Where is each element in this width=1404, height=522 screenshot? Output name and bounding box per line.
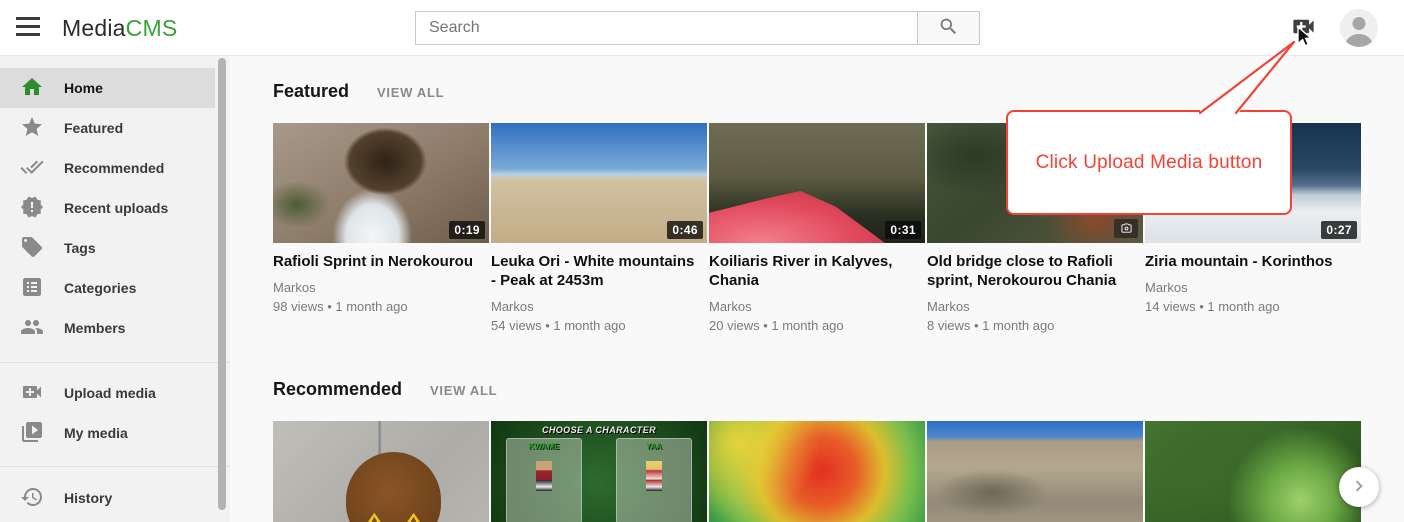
sidebar-scrollbar[interactable] — [218, 58, 226, 510]
carousel-next-button[interactable] — [1339, 467, 1379, 507]
media-title[interactable]: Ziria mountain - Korinthos — [1145, 253, 1361, 272]
media-card[interactable]: 0:19 Rafioli Sprint in Nerokourou Markos… — [273, 123, 489, 333]
mouse-cursor — [1297, 26, 1314, 54]
tag-icon — [20, 235, 44, 262]
media-author[interactable]: Markos — [491, 299, 707, 314]
media-meta: 54 views • 1 month ago — [491, 318, 707, 333]
sidebar-item-label: Featured — [64, 120, 123, 136]
featured-view-all-link[interactable]: VIEW ALL — [377, 85, 444, 100]
sidebar-item-categories[interactable]: Categories — [0, 268, 215, 308]
sidebar-item-label: Recommended — [64, 160, 164, 176]
media-card[interactable] — [709, 421, 925, 522]
upload-media-icon — [20, 380, 44, 407]
section-title-recommended: Recommended — [273, 379, 402, 400]
media-author[interactable]: Markos — [927, 299, 1143, 314]
members-icon — [20, 315, 44, 342]
camera-icon — [1114, 219, 1138, 238]
character-sprite — [646, 461, 662, 491]
history-icon — [20, 485, 44, 512]
media-card[interactable]: CHOOSE A CHARACTER KWAME YAA Selected Se… — [491, 421, 707, 522]
search-button[interactable] — [917, 11, 980, 45]
chevron-right-icon — [1348, 475, 1370, 500]
search-icon — [938, 16, 959, 40]
sidebar-item-featured[interactable]: Featured — [0, 108, 215, 148]
sidebar-item-my-media[interactable]: My media — [0, 413, 215, 453]
search-input[interactable] — [415, 11, 917, 45]
sidebar-item-upload-media[interactable]: Upload media — [0, 373, 215, 413]
media-card[interactable] — [1145, 421, 1361, 522]
video-thumbnail[interactable] — [709, 421, 925, 522]
pumpkin-shape — [346, 452, 441, 522]
media-author[interactable]: Markos — [273, 280, 489, 295]
logo-media: Media — [62, 15, 126, 42]
video-library-icon — [20, 420, 44, 447]
home-icon — [20, 75, 44, 102]
sidebar-item-history[interactable]: History — [0, 478, 215, 518]
character-panel: KWAME — [506, 438, 582, 522]
search-bar — [415, 11, 980, 45]
media-meta: 98 views • 1 month ago — [273, 299, 489, 314]
duration-badge: 0:46 — [667, 221, 703, 239]
media-card[interactable]: 0:31 Koiliaris River in Kalyves, Chania … — [709, 123, 925, 333]
recommended-view-all-link[interactable]: VIEW ALL — [430, 383, 497, 398]
character-sprite — [536, 461, 552, 491]
duration-badge: 0:27 — [1321, 221, 1357, 239]
video-thumbnail[interactable]: 0:46 — [491, 123, 707, 243]
sidebar-item-label: Tags — [64, 240, 96, 256]
recommended-section: Recommended VIEW ALL CHOOSE A CHARACTER … — [273, 379, 1404, 522]
video-thumbnail[interactable]: 0:31 — [709, 123, 925, 243]
sidebar-item-recommended[interactable]: Recommended — [0, 148, 215, 188]
media-author[interactable]: Markos — [1145, 280, 1361, 295]
sidebar-item-tags[interactable]: Tags — [0, 228, 215, 268]
logo[interactable]: MediaCMS — [62, 0, 177, 56]
star-icon — [20, 115, 44, 142]
media-title[interactable]: Rafioli Sprint in Nerokourou — [273, 253, 489, 272]
media-card[interactable] — [927, 421, 1143, 522]
media-title[interactable]: Koiliaris River in Kalyves, Chania — [709, 253, 925, 291]
sidebar-item-label: Upload media — [64, 385, 156, 401]
section-title-featured: Featured — [273, 81, 349, 102]
sidebar-divider — [0, 362, 230, 363]
sidebar-item-label: Recent uploads — [64, 200, 168, 216]
sidebar-item-label: History — [64, 490, 112, 506]
kayak-shape — [709, 191, 885, 243]
duration-badge: 0:31 — [885, 221, 921, 239]
sidebar-item-label: Home — [64, 80, 103, 96]
categories-icon — [20, 275, 44, 302]
thumbnail-overlay-text: CHOOSE A CHARACTER — [491, 425, 707, 435]
sidebar-item-home[interactable]: Home — [0, 68, 215, 108]
top-bar: MediaCMS — [0, 0, 1404, 56]
video-thumbnail[interactable] — [273, 421, 489, 522]
media-card[interactable] — [273, 421, 489, 522]
tutorial-callout: Click Upload Media button — [1006, 110, 1292, 215]
media-title[interactable]: Leuka Ori - White mountains - Peak at 24… — [491, 253, 707, 291]
video-thumbnail[interactable]: CHOOSE A CHARACTER KWAME YAA Selected Se… — [491, 421, 707, 522]
media-meta: 8 views • 1 month ago — [927, 318, 1143, 333]
duration-badge: 0:19 — [449, 221, 485, 239]
sidebar-item-label: Members — [64, 320, 125, 336]
media-author[interactable]: Markos — [709, 299, 925, 314]
hamburger-menu-icon[interactable] — [15, 17, 41, 39]
sidebar-item-members[interactable]: Members — [0, 308, 215, 348]
media-title[interactable]: Old bridge close to Rafioli sprint, Nero… — [927, 253, 1143, 291]
sidebar-item-recent-uploads[interactable]: Recent uploads — [0, 188, 215, 228]
sidebar-item-label: Categories — [64, 280, 136, 296]
media-card[interactable]: 0:46 Leuka Ori - White mountains - Peak … — [491, 123, 707, 333]
sidebar: Home Featured Recommended Recent uploads… — [0, 56, 230, 522]
avatar[interactable] — [1340, 9, 1378, 47]
character-panel: YAA — [616, 438, 692, 522]
sidebar-item-label: My media — [64, 425, 128, 441]
video-thumbnail[interactable]: 0:19 — [273, 123, 489, 243]
video-thumbnail[interactable] — [1145, 421, 1361, 522]
sidebar-divider — [0, 466, 230, 467]
video-thumbnail[interactable] — [927, 421, 1143, 522]
done-all-icon — [20, 155, 44, 182]
media-meta: 14 views • 1 month ago — [1145, 299, 1361, 314]
callout-text: Click Upload Media button — [1036, 152, 1263, 174]
media-meta: 20 views • 1 month ago — [709, 318, 925, 333]
recommended-row: CHOOSE A CHARACTER KWAME YAA Selected Se… — [273, 421, 1404, 522]
new-releases-icon — [20, 195, 44, 222]
logo-cms: CMS — [126, 15, 178, 42]
